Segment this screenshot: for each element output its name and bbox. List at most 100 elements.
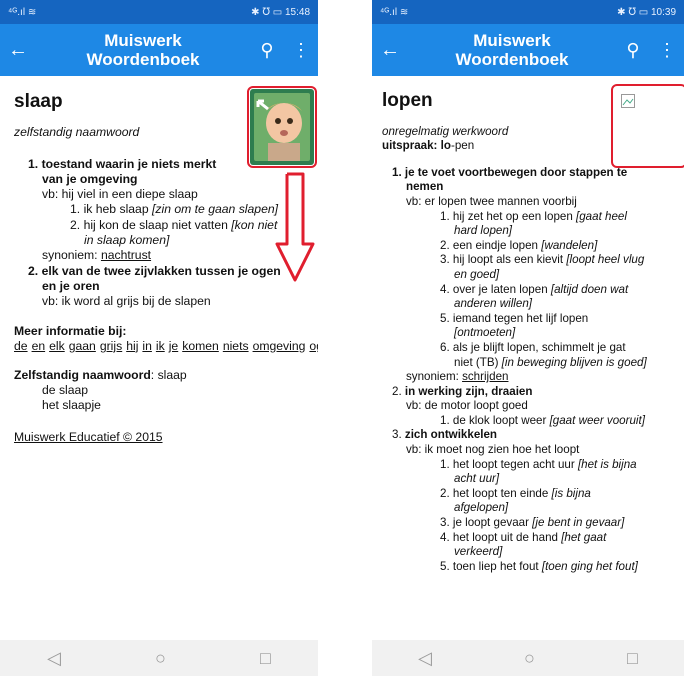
synonym-link[interactable]: schrijden xyxy=(462,370,508,383)
entry-line: 1. hij zet het op een lopen [gaat heel xyxy=(392,210,684,225)
line-text: anderen willen] xyxy=(454,297,532,311)
line-text: hard lopen] xyxy=(454,224,513,238)
word-link[interactable]: in xyxy=(142,339,152,353)
app-title-line1: Muiswerk xyxy=(473,31,551,50)
entry-line: 5. toen liep het fout [toen ging het fou… xyxy=(392,560,684,575)
nav-back-icon[interactable]: ◁ xyxy=(418,648,432,669)
entry-line: 4. het loopt uit de hand [het gaat xyxy=(392,531,684,546)
gloss: [in beweging blijven is goed] xyxy=(501,355,647,369)
entry-line: 4. over je laten lopen [altijd doen wat xyxy=(392,283,684,298)
entry-line: 6. als je blijft lopen, schimmelt je gat xyxy=(392,341,684,356)
right-screen: ⁴ᴳ.ıl ≋ ✱ ℧ ▭ 10:39 ← Muiswerk Woordenbo… xyxy=(372,0,684,676)
line-text: vb: er lopen twee mannen voorbij xyxy=(406,194,577,208)
entry-line: verkeerd] xyxy=(392,545,684,560)
word-link[interactable]: en xyxy=(32,339,46,353)
gloss: [het is bijna xyxy=(577,457,637,471)
app-bar: ← Muiswerk Woordenboek ⚲ ⋮ xyxy=(372,24,684,76)
line-text: 4. over je laten lopen xyxy=(440,282,551,296)
line-text: niet (TB) xyxy=(454,355,502,369)
back-arrow-icon[interactable]: ← xyxy=(372,39,408,62)
synonym-link[interactable]: nachtrust xyxy=(101,248,151,262)
line-text: 1. het loopt tegen acht uur xyxy=(440,457,578,471)
gloss: [gaat heel xyxy=(576,209,627,223)
system-nav-bar: ◁ ○ □ xyxy=(372,640,684,676)
left-screen: ⁴ᴳ.ıl ≋ ✱ ℧ ▭ 15:48 ← Muiswerk Woordenbo… xyxy=(0,0,318,676)
broken-image-icon xyxy=(621,94,635,108)
entry-line: acht uur] xyxy=(392,472,684,487)
search-icon[interactable]: ⚲ xyxy=(616,40,650,61)
status-right: ✱ ℧ ▭ 15:48 xyxy=(251,6,310,18)
system-nav-bar: ◁ ○ □ xyxy=(0,640,318,676)
word-link[interactable]: de xyxy=(14,339,28,353)
example: vb: ik word al grijs bij de slapen xyxy=(42,294,211,309)
line-text: 5. toen liep het fout xyxy=(440,559,542,573)
entry-line: 2. het loopt ten einde [is bijna xyxy=(392,487,684,502)
word-link[interactable]: niets xyxy=(223,339,249,353)
entry-line: 1. de klok loopt weer [gaat weer vooruit… xyxy=(392,414,684,429)
sense-number: 1. xyxy=(28,156,39,171)
nav-recent-icon[interactable]: □ xyxy=(260,648,271,669)
child-photo[interactable] xyxy=(250,89,314,165)
line-text: 1. de klok loopt weer xyxy=(440,413,550,427)
line-text: 1. je te voet voortbewegen door stappen … xyxy=(392,165,628,179)
word-link[interactable]: je xyxy=(169,339,179,353)
sense-definition: in werking zijn, draaien xyxy=(404,384,533,398)
line-text: 4. het loopt uit de hand xyxy=(440,530,562,544)
status-bar: ⁴ᴳ.ıl ≋ ✱ ℧ ▭ 10:39 xyxy=(372,0,684,24)
gloss: [het gaat xyxy=(561,530,607,544)
line-text: 2. xyxy=(392,384,405,398)
line-text: 3. xyxy=(392,428,405,442)
search-icon[interactable]: ⚲ xyxy=(250,40,284,61)
nav-recent-icon[interactable]: □ xyxy=(627,648,638,669)
word-link[interactable]: hij xyxy=(126,339,138,353)
line-text: 5. iemand tegen het lijf lopen xyxy=(440,311,589,325)
nav-back-icon[interactable]: ◁ xyxy=(47,648,61,669)
entry-line: 3. hij loopt als een kievit [loopt heel … xyxy=(392,253,684,268)
gloss: [is bijna xyxy=(551,486,591,500)
entry-line: 3. zich ontwikkelen xyxy=(392,428,684,443)
entry-line: 1. het loopt tegen acht uur [het is bijn… xyxy=(392,458,684,473)
related-word-links: de en elk gaan grijs hij in ik je komen niets omgev… xyxy=(14,339,318,354)
word-link[interactable]: ik xyxy=(156,339,165,353)
gloss: [je bent in gevaar] xyxy=(532,516,625,530)
app-title-line2: Woordenboek xyxy=(86,50,200,69)
word-link[interactable]: grijs xyxy=(100,339,122,353)
gloss: [altijd doen wat xyxy=(550,282,629,296)
line-text: 3. je loopt gevaar xyxy=(440,516,533,530)
more-icon[interactable]: ⋮ xyxy=(650,40,684,61)
line-text: 2. het loopt ten einde xyxy=(440,486,552,500)
entry-line: vb: de motor loopt goed xyxy=(392,399,684,414)
nav-home-icon[interactable]: ○ xyxy=(524,648,535,669)
more-icon[interactable]: ⋮ xyxy=(284,40,318,61)
broken-image-highlight xyxy=(611,84,684,168)
word-link[interactable]: elk xyxy=(49,339,65,353)
nav-home-icon[interactable]: ○ xyxy=(155,648,166,669)
entry-line: nemen xyxy=(392,180,684,195)
line-text: nemen xyxy=(406,180,444,194)
app-title-line1: Muiswerk xyxy=(104,31,182,50)
line-text: synoniem: xyxy=(406,370,463,384)
app-title: Muiswerk Woordenboek xyxy=(36,31,250,69)
back-arrow-icon[interactable]: ← xyxy=(0,39,36,62)
line-text: 6. als je blijft lopen, schimmelt je gat xyxy=(440,340,626,354)
line-text: vb: de motor loopt goed xyxy=(406,399,528,413)
entry-line: niet (TB) [in beweging blijven is goed] xyxy=(392,356,684,371)
line-text: 2. een eindje lopen xyxy=(440,238,542,252)
app-title: Muiswerk Woordenboek xyxy=(408,31,616,69)
word-link[interactable]: gaan xyxy=(69,339,96,353)
noun-forms: Zelfstandig naamwoord: slaap de slaap he… xyxy=(14,368,318,414)
word-link[interactable]: komen xyxy=(182,339,219,353)
entry-line: en goed] xyxy=(392,268,684,283)
line-text: afgelopen] xyxy=(454,501,509,515)
footer-link[interactable]: Muiswerk Educatief © 2015 xyxy=(14,430,318,445)
sense-definition: zich ontwikkelen xyxy=(404,428,498,442)
app-bar: ← Muiswerk Woordenboek ⚲ ⋮ xyxy=(0,24,318,76)
app-title-line2: Woordenboek xyxy=(455,50,569,69)
signal-icon: ⁴ᴳ.ıl ≋ xyxy=(8,6,37,18)
word-link[interactable]: ogen xyxy=(309,339,318,353)
entry-line: 5. iemand tegen het lijf lopen xyxy=(392,312,684,327)
form-item: het slaapje xyxy=(42,398,101,413)
line-text: acht uur] xyxy=(454,472,500,486)
word-link[interactable]: omgeving xyxy=(253,339,306,353)
gloss: [wandelen] xyxy=(541,238,598,252)
